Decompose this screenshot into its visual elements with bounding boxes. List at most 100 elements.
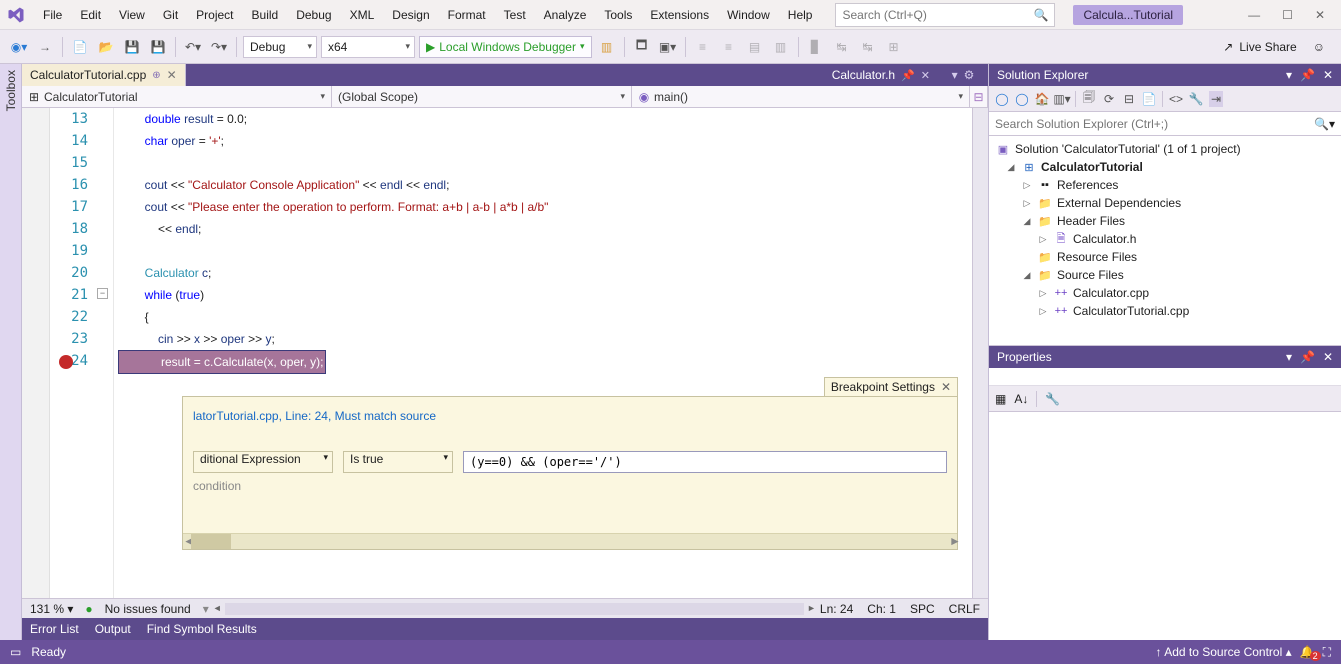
nav-project-combo[interactable]: ⊞CalculatorTutorial (22, 86, 332, 107)
breakpoint-margin[interactable] (22, 108, 50, 598)
close-panel-icon[interactable]: ✕ (1323, 68, 1333, 82)
save-button[interactable]: 💾 (121, 36, 143, 58)
quick-launch-search[interactable]: 🔍 (835, 3, 1055, 27)
menu-xml[interactable]: XML (341, 4, 384, 26)
menu-format[interactable]: Format (439, 4, 495, 26)
properties-header[interactable]: Properties ▾📌✕ (989, 346, 1341, 368)
config-combo[interactable]: Debug (243, 36, 317, 58)
code-editor[interactable]: 131415161718192021222324 − double result… (22, 108, 988, 598)
external-deps-node[interactable]: ▷📁External Dependencies (991, 194, 1339, 212)
preview-selected-icon[interactable]: ⇥ (1209, 91, 1223, 107)
popup-horizontal-scrollbar[interactable]: ◄► (183, 533, 957, 549)
new-project-button[interactable]: 📄 (69, 36, 91, 58)
resource-files-node[interactable]: 📁Resource Files (991, 248, 1339, 266)
notifications-button[interactable]: 🔔2 (1300, 645, 1315, 659)
close-tab-icon[interactable]: ✕ (167, 68, 177, 82)
output-icon[interactable]: ▭ (10, 645, 21, 659)
nav-function-combo[interactable]: ◉main() (632, 86, 970, 107)
forward-icon[interactable]: ◯ (1015, 92, 1029, 106)
tab-calculator-h-preview[interactable]: Calculator.h 📌 ✕ (824, 64, 938, 86)
menu-debug[interactable]: Debug (287, 4, 340, 26)
categorized-icon[interactable]: ▦ (995, 392, 1006, 406)
condition-type-combo[interactable]: ditional Expression (193, 451, 333, 473)
preview-icon[interactable]: 🔧 (1189, 92, 1203, 106)
menu-design[interactable]: Design (383, 4, 438, 26)
menu-window[interactable]: Window (718, 4, 779, 26)
breakpoint-location-link[interactable]: latorTutorial.cpp, Line: 24, Must match … (193, 409, 947, 423)
pin-icon[interactable]: ⊕ (152, 70, 160, 81)
condition-expression-input[interactable] (463, 451, 947, 473)
dropdown-icon[interactable]: ▾ (1286, 350, 1292, 364)
start-debug-button[interactable]: ▶ Local Windows Debugger ▾ (419, 36, 592, 58)
toolbar-icon-2[interactable]: ▣▾ (657, 36, 679, 58)
solution-search-input[interactable] (995, 117, 1314, 131)
properties-object-combo[interactable] (989, 368, 1341, 386)
platform-combo[interactable]: x64 (321, 36, 415, 58)
solution-tree[interactable]: ▣Solution 'CalculatorTutorial' (1 of 1 p… (989, 136, 1341, 345)
gear-icon[interactable]: ⚙ (964, 68, 975, 82)
search-input[interactable] (842, 8, 1033, 22)
pin-icon[interactable]: 📌 (1300, 350, 1315, 364)
zoom-combo[interactable]: 131 % ▾ (30, 602, 73, 616)
window-layout-icon[interactable]: ⛶ (1323, 645, 1331, 660)
live-share[interactable]: ↗ Live Share ☺ (1223, 40, 1333, 54)
calculatortutorial-cpp-node[interactable]: ▷++CalculatorTutorial.cpp (991, 302, 1339, 320)
bottom-tab-find-symbol-results[interactable]: Find Symbol Results (147, 622, 257, 636)
redo-button[interactable]: ↷▾ (208, 36, 230, 58)
vertical-scrollbar[interactable] (972, 108, 988, 598)
bottom-tab-error-list[interactable]: Error List (30, 622, 79, 636)
maximize-button[interactable]: ☐ (1282, 8, 1293, 22)
pin-icon[interactable]: 📌 (901, 69, 915, 82)
undo-button[interactable]: ↶▾ (182, 36, 204, 58)
menu-build[interactable]: Build (243, 4, 288, 26)
debug-target-button[interactable]: ▥ (596, 36, 618, 58)
pending-icon[interactable]: 🗐 (1082, 88, 1096, 109)
toolbox-rail[interactable]: Toolbox (0, 64, 22, 640)
close-popup-icon[interactable]: ✕ (941, 380, 951, 394)
toolbar-icon-1[interactable]: 🗖 (631, 36, 653, 58)
horizontal-scrollbar[interactable] (225, 603, 804, 615)
close-tab-icon[interactable]: ✕ (921, 69, 930, 82)
source-files-node[interactable]: ◢📁Source Files (991, 266, 1339, 284)
open-file-button[interactable]: 📂 (95, 36, 117, 58)
switch-views-icon[interactable]: ▥▾ (1055, 92, 1069, 106)
menu-tools[interactable]: Tools (595, 4, 641, 26)
references-node[interactable]: ▷▪▪References (991, 176, 1339, 194)
breakpoint-marker[interactable] (59, 355, 73, 369)
alphabetical-icon[interactable]: A↓ (1014, 392, 1028, 406)
home-icon[interactable]: 🏠 (1035, 92, 1049, 106)
menu-test[interactable]: Test (495, 4, 535, 26)
calculator-cpp-node[interactable]: ▷++Calculator.cpp (991, 284, 1339, 302)
add-source-control[interactable]: ↑ Add to Source Control ▴ (1156, 645, 1292, 659)
solution-node[interactable]: ▣Solution 'CalculatorTutorial' (1 of 1 p… (991, 140, 1339, 158)
pin-icon[interactable]: 📌 (1300, 68, 1315, 82)
menu-extensions[interactable]: Extensions (641, 4, 718, 26)
show-all-icon[interactable]: 📄 (1142, 92, 1156, 106)
collapse-icon[interactable]: ⊟ (1122, 92, 1136, 106)
feedback-icon[interactable]: ☺ (1313, 40, 1325, 54)
sync-icon[interactable]: ⟳ (1102, 92, 1116, 106)
minimize-button[interactable]: — (1248, 8, 1260, 22)
bottom-tab-output[interactable]: Output (95, 622, 131, 636)
nav-split-button[interactable]: ⊟ (970, 86, 988, 107)
navigate-forward-button[interactable]: → (34, 36, 56, 58)
close-panel-icon[interactable]: ✕ (1323, 350, 1333, 364)
save-all-button[interactable]: 💾 (147, 36, 169, 58)
menu-view[interactable]: View (110, 4, 154, 26)
navigate-back-button[interactable]: ◉▾ (8, 36, 30, 58)
dropdown-icon[interactable]: ▾ (1286, 68, 1292, 82)
tab-calculatortutorial-cpp[interactable]: CalculatorTutorial.cpp ⊕ ✕ (22, 64, 186, 86)
menu-analyze[interactable]: Analyze (535, 4, 596, 26)
back-icon[interactable]: ◯ (995, 92, 1009, 106)
outlining-margin[interactable]: − (96, 108, 114, 598)
calculator-h-node[interactable]: ▷🗎Calculator.h (991, 230, 1339, 248)
menu-git[interactable]: Git (154, 4, 187, 26)
properties-icon[interactable]: <> (1169, 92, 1183, 106)
tab-overflow[interactable]: ▾⚙ (938, 64, 988, 86)
menu-help[interactable]: Help (779, 4, 822, 26)
fold-collapse-icon[interactable]: − (97, 288, 108, 299)
close-button[interactable]: ✕ (1315, 8, 1325, 22)
solution-explorer-header[interactable]: Solution Explorer ▾📌✕ (989, 64, 1341, 86)
menu-project[interactable]: Project (187, 4, 242, 26)
nav-scope-combo[interactable]: (Global Scope) (332, 86, 632, 107)
